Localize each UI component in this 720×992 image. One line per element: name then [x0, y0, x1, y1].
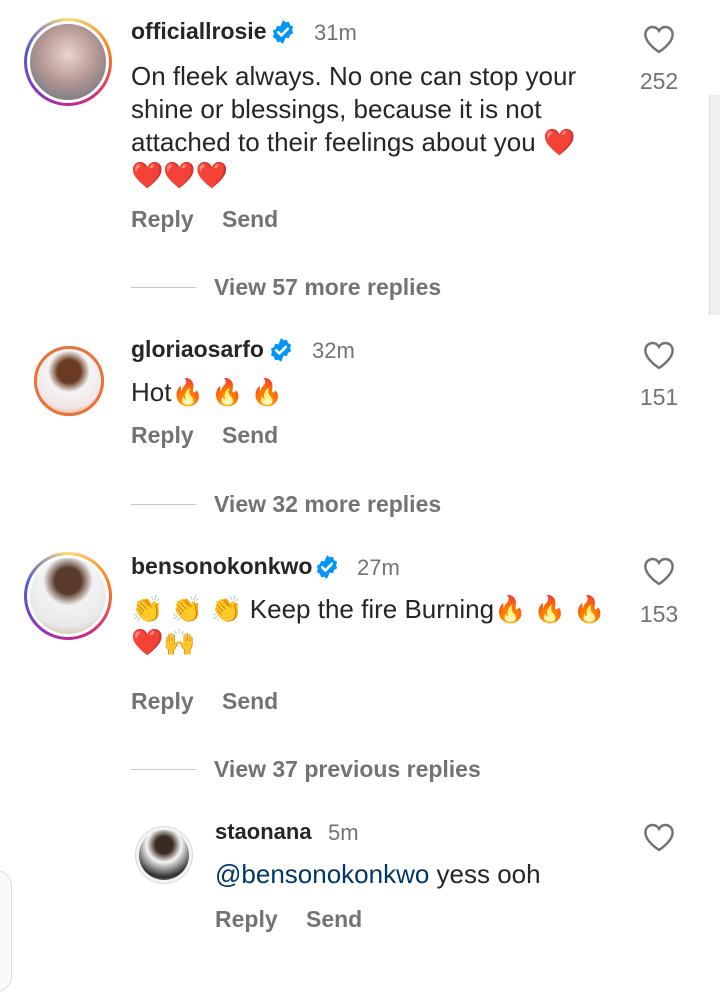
send-button[interactable]: Send — [222, 206, 278, 233]
comment-username[interactable]: officiallrosie — [131, 18, 266, 45]
comment-officiallrosie: officiallrosie 31m On fleek always. No o… — [0, 0, 720, 310]
verified-badge-icon — [272, 20, 294, 44]
like-count: 252 — [639, 68, 679, 94]
like-count: 151 — [639, 384, 679, 410]
avatar-staonana[interactable] — [135, 826, 193, 884]
comment-timestamp: 32m — [312, 338, 355, 363]
comment-text: Hot🔥 🔥 🔥 — [131, 377, 284, 407]
like-heart-icon[interactable] — [642, 340, 676, 370]
view-previous-replies-link[interactable]: View 37 previous replies — [214, 756, 481, 783]
comment-bensonokonkwo: bensonokonkwo 27m 👏 👏 👏 Keep the fire Bu… — [0, 545, 720, 795]
like-count: 153 — [639, 601, 679, 627]
replies-divider — [131, 504, 196, 505]
reply-button[interactable]: Reply — [131, 422, 194, 449]
like-heart-icon[interactable] — [642, 556, 676, 586]
view-more-replies-link[interactable]: View 32 more replies — [214, 491, 441, 518]
view-more-replies-link[interactable]: View 57 more replies — [214, 274, 441, 301]
comment-text-line-1: On fleek always. No one can stop your — [131, 61, 577, 91]
replies-divider — [131, 769, 196, 770]
comment-text-line-4: ❤️❤️❤️ — [131, 160, 229, 190]
scrollbar[interactable] — [709, 95, 720, 315]
replies-divider — [131, 287, 196, 288]
comment-username[interactable]: gloriaosarfo — [131, 336, 264, 363]
comment-text-line-1: 👏 👏 👏 Keep the fire Burning🔥 🔥 🔥 — [131, 594, 606, 624]
reply-username[interactable]: staonana — [215, 819, 312, 845]
comment-text-line-2: ❤️🙌 — [131, 627, 196, 657]
verified-badge-icon — [316, 555, 338, 579]
verified-badge-icon — [270, 338, 292, 362]
comment-text-line-3: attached to their feelings about you ❤️ — [131, 127, 576, 157]
avatar-image — [136, 827, 192, 883]
avatar-gloriaosarfo[interactable] — [34, 346, 104, 416]
avatar-image — [27, 21, 109, 103]
send-button[interactable]: Send — [306, 906, 362, 933]
reply-text: @bensonokonkwo yess ooh — [215, 858, 541, 891]
comment-text-line-2: shine or blessings, because it is not — [131, 94, 542, 124]
avatar-bensonokonkwo[interactable] — [24, 552, 112, 640]
comment-timestamp: 27m — [357, 555, 400, 580]
mention-link[interactable]: @bensonokonkwo — [215, 859, 429, 889]
reply-button[interactable]: Reply — [215, 906, 278, 933]
send-button[interactable]: Send — [222, 422, 278, 449]
edge-panel-handle[interactable] — [0, 870, 12, 992]
avatar-image — [27, 555, 109, 637]
comment-timestamp: 31m — [314, 20, 357, 45]
reply-button[interactable]: Reply — [131, 688, 194, 715]
like-heart-icon[interactable] — [642, 24, 676, 54]
like-heart-icon[interactable] — [642, 822, 676, 852]
comment-username[interactable]: bensonokonkwo — [131, 553, 312, 580]
avatar-officiallrosie[interactable] — [24, 18, 112, 106]
reply-staonana: staonana 5m @bensonokonkwo yess ooh Repl… — [0, 810, 720, 976]
avatar-image — [34, 346, 104, 416]
reply-button[interactable]: Reply — [131, 206, 194, 233]
comment-gloriaosarfo: gloriaosarfo 32m Hot🔥 🔥 🔥 Reply Send 151… — [0, 330, 720, 530]
send-button[interactable]: Send — [222, 688, 278, 715]
reply-text-body: yess ooh — [429, 859, 541, 889]
reply-timestamp: 5m — [328, 820, 359, 845]
